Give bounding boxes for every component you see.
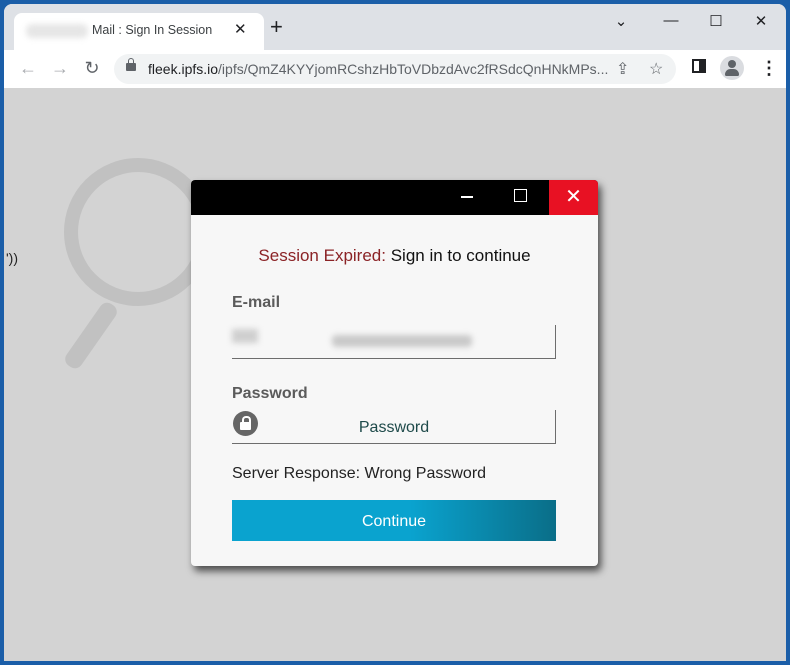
heading-expired: Session Expired:	[258, 246, 386, 265]
reload-button[interactable]: ↻	[80, 58, 104, 79]
dialog-close-button[interactable]: ✕	[549, 180, 598, 215]
forward-button[interactable]: →	[48, 58, 72, 79]
server-response-message: Server Response: Wrong Password	[232, 465, 487, 482]
url-path: /ipfs/QmZ4KYYjomRCshzHbToVDbzdAvc2fRSdcQ…	[218, 61, 609, 77]
new-tab-button[interactable]: +	[270, 16, 283, 38]
address-bar[interactable]: fleek.ipfs.io/ipfs/QmZ4KYYjomRCshzHbToVD…	[114, 54, 676, 84]
dialog-heading: Session Expired: Sign in to continue	[191, 246, 598, 266]
tab-strip: Mail : Sign In Session ✕ + ⌄ — ☐ ✕	[4, 4, 786, 50]
tab-close-icon[interactable]: ✕	[234, 20, 247, 38]
fake-login-dialog: ✕ Session Expired: Sign in to continue E…	[191, 180, 598, 566]
dialog-minimize-icon[interactable]	[461, 196, 473, 198]
watermark-magnifier-handle	[62, 299, 120, 372]
url-host: fleek.ipfs.io	[148, 61, 219, 77]
password-placeholder: Password	[358, 419, 430, 436]
heading-instruction: Sign in to continue	[385, 246, 531, 265]
watermark-magnifier-icon	[64, 158, 212, 306]
tab-favicon-icon	[26, 24, 88, 38]
bookmark-star-icon[interactable]: ☆	[649, 59, 663, 79]
side-panel-icon[interactable]	[692, 59, 706, 73]
email-icon	[232, 329, 258, 343]
share-icon[interactable]: ⇪	[616, 59, 629, 79]
back-button[interactable]: ←	[16, 58, 40, 79]
continue-button[interactable]: Continue	[232, 500, 556, 541]
profile-avatar-icon[interactable]	[720, 56, 744, 80]
password-label: Password	[232, 385, 308, 402]
email-field[interactable]	[232, 325, 556, 359]
dialog-maximize-icon[interactable]	[514, 189, 527, 202]
url-text[interactable]: fleek.ipfs.io/ipfs/QmZ4KYYjomRCshzHbToVD…	[148, 61, 608, 77]
maximize-window-button[interactable]: ☐	[701, 12, 731, 30]
email-value-redacted	[332, 335, 472, 347]
email-label: E-mail	[232, 294, 281, 311]
browser-toolbar: ← → ↻ fleek.ipfs.io/ipfs/QmZ4KYYjomRCshz…	[4, 50, 786, 88]
minimize-window-button[interactable]: —	[656, 12, 686, 29]
lock-icon[interactable]	[126, 58, 136, 71]
tab-search-chevron-icon[interactable]: ⌄	[606, 12, 636, 30]
dialog-titlebar[interactable]: ✕	[191, 180, 598, 215]
active-tab[interactable]: Mail : Sign In Session ✕	[14, 13, 264, 50]
close-window-button[interactable]: ✕	[746, 12, 776, 30]
browser-menu-icon[interactable]: ⋮	[760, 56, 778, 80]
stray-text: '))	[6, 250, 18, 266]
tab-title: Mail : Sign In Session	[92, 23, 213, 37]
password-field[interactable]: Password	[232, 410, 556, 444]
